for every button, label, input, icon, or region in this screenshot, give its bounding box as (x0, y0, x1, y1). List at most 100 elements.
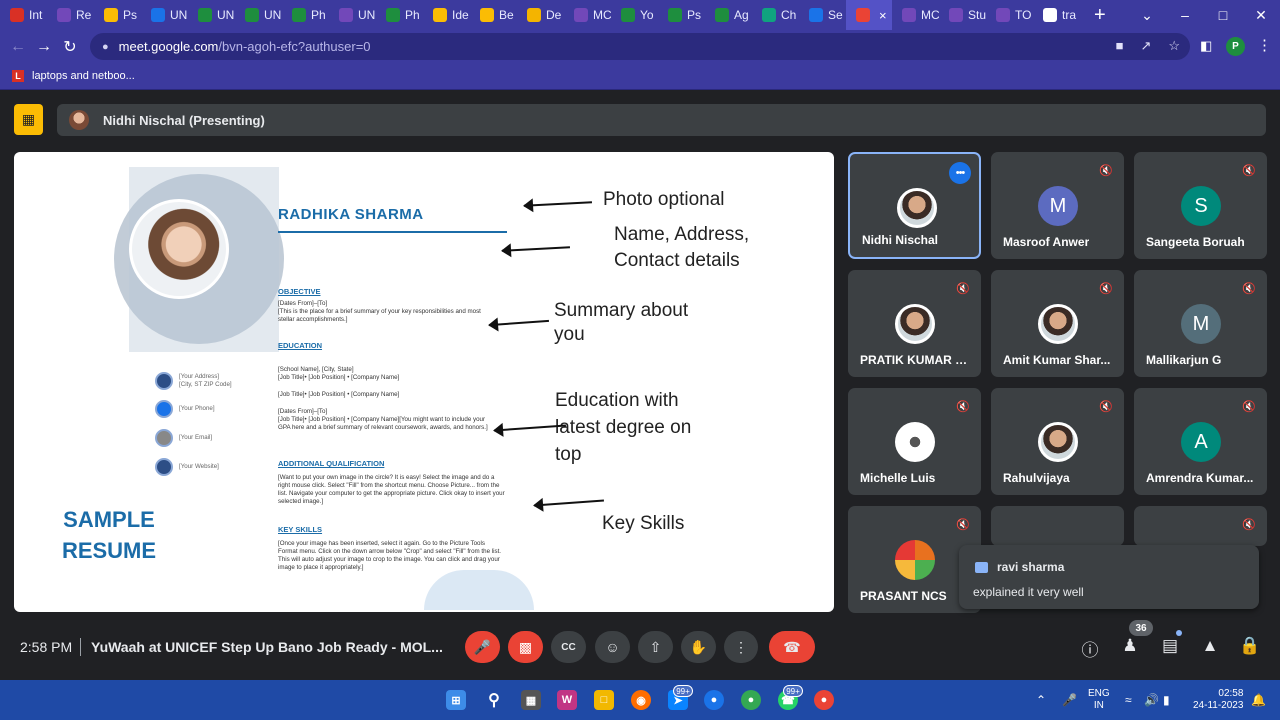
browser-tab[interactable]: tra (1033, 0, 1080, 30)
browser-menu-icon[interactable]: ⋮ (1257, 36, 1272, 54)
reactions-button[interactable]: ☺ (595, 631, 630, 663)
browser-tab[interactable]: De (517, 0, 564, 30)
raise-hand-button[interactable]: ✋ (681, 631, 716, 663)
chrome-profile-icon[interactable]: ● (704, 690, 724, 710)
browser-tab[interactable]: Ide (423, 0, 470, 30)
browser-tab[interactable]: Int (0, 0, 47, 30)
more-options-button[interactable]: ⋮ (724, 631, 758, 663)
search-icon[interactable]: ⚲ (484, 690, 504, 710)
additional-qualification-heading: ADDITIONAL QUALIFICATION (278, 459, 385, 468)
mic-off-icon: 🔇 (1099, 164, 1113, 177)
participant-name: Nidhi Nischal (862, 233, 939, 247)
back-icon[interactable]: ← (5, 38, 31, 56)
lang-code: ENG (1088, 688, 1110, 699)
browser-tab[interactable]: Ps (658, 0, 705, 30)
browser-tab[interactable]: MC (564, 0, 611, 30)
participant-tile[interactable]: Rahulvijaya 🔇 (991, 388, 1124, 495)
participant-tile[interactable]: Amit Kumar Shar... 🔇 (991, 270, 1124, 377)
camera-blocked-icon[interactable]: ■ (1116, 38, 1124, 54)
camera-toggle-button[interactable]: ▩ (508, 631, 543, 663)
site-info-icon[interactable]: ● (102, 41, 109, 53)
system-clock[interactable]: 02:58 24-11-2023 (1193, 688, 1243, 712)
captions-button[interactable]: CC (551, 631, 586, 663)
browser-tab[interactable]: UN (329, 0, 376, 30)
browser-tab[interactable]: Ps (94, 0, 141, 30)
tray-overflow-icon[interactable]: ⌃ (1036, 693, 1046, 707)
wps-icon[interactable]: W (557, 690, 577, 710)
participant-name: PRATIK KUMAR SI... (860, 353, 975, 367)
mic-toggle-button[interactable]: 🎤 (465, 631, 500, 663)
new-tab-icon[interactable]: + (1094, 4, 1106, 27)
bookmark-star-icon[interactable]: ☆ (1168, 38, 1180, 54)
minimize-icon[interactable]: – (1166, 7, 1204, 23)
chrome-alt-icon[interactable]: ● (814, 690, 834, 710)
bookmark-laptops[interactable]: laptops and netboo... (32, 70, 135, 82)
key-skills-heading: KEY SKILLS (278, 525, 323, 534)
meeting-info-icon[interactable]: ⓘ (1079, 636, 1101, 661)
browser-tab[interactable]: Se (799, 0, 846, 30)
participant-tile[interactable]: Nidhi Nischal ••• (848, 152, 981, 259)
wifi-icon[interactable]: ≈ (1125, 693, 1132, 707)
browser-tab[interactable]: Re (47, 0, 94, 30)
participant-tile-partial[interactable]: 🔇 (1134, 506, 1267, 546)
browser-tab[interactable]: Stu (939, 0, 986, 30)
stop-presenting-button[interactable]: ▦ (14, 104, 43, 135)
side-panel-icon[interactable]: ◧ (1200, 38, 1212, 54)
forward-icon[interactable]: → (31, 38, 57, 56)
browser-tab[interactable]: UN (188, 0, 235, 30)
website-icon (155, 458, 173, 476)
drive-icon (433, 8, 447, 22)
address-bar[interactable]: ● meet.google.com /bvn-agoh-efc?authuser… (90, 33, 1190, 60)
share-icon[interactable]: ↗ (1140, 38, 1151, 54)
browser-tab[interactable]: Ph (282, 0, 329, 30)
language-indicator[interactable]: ENG IN (1088, 688, 1110, 712)
windows-start-icon[interactable]: ⊞ (446, 690, 466, 710)
tab-close-icon[interactable]: × (879, 8, 887, 23)
volume-icon[interactable]: 🔊 (1144, 693, 1159, 707)
close-window-icon[interactable]: ✕ (1242, 7, 1280, 24)
profile-avatar[interactable]: P (1226, 37, 1245, 56)
participant-tile[interactable]: PRATIK KUMAR SI... 🔇 (848, 270, 981, 377)
battery-icon[interactable]: ▮ (1163, 693, 1170, 707)
tab-search-icon[interactable]: ⌄ (1128, 7, 1166, 24)
chat-notification[interactable]: ravi sharma explained it very well (959, 545, 1259, 609)
host-controls-icon[interactable]: 🔒 (1239, 636, 1261, 656)
browser-tab[interactable]: Ph (376, 0, 423, 30)
notification-bell-icon[interactable]: 🔔 (1251, 693, 1266, 707)
tab-label: UN (170, 8, 188, 22)
browser-tab[interactable]: UN (141, 0, 188, 30)
participant-tile[interactable]: M Masroof Anwer 🔇 (991, 152, 1124, 259)
tray-mic-icon[interactable]: 🎤 (1062, 693, 1077, 707)
browser-tab[interactable]: Be (470, 0, 517, 30)
browser-tab[interactable]: UN (235, 0, 282, 30)
chat-icon[interactable]: ▤ (1159, 636, 1181, 656)
participant-tile[interactable]: A Amrendra Kumar... 🔇 (1134, 388, 1267, 495)
browser-tab[interactable]: TO (986, 0, 1033, 30)
participant-avatar: M (1038, 186, 1078, 226)
captions-icon: CC (561, 641, 576, 653)
participant-tile[interactable]: S Sangeeta Boruah 🔇 (1134, 152, 1267, 259)
browser-tab[interactable]: Yo (611, 0, 658, 30)
browser-tab[interactable]: × (846, 0, 892, 30)
activities-icon[interactable]: ▲ (1199, 636, 1221, 656)
firefox-icon[interactable]: ◉ (631, 690, 651, 710)
task-view-icon[interactable]: ▦ (521, 690, 541, 710)
participant-tile-partial[interactable] (991, 506, 1124, 546)
objective-text: [Dates From]–[To] [This is the place for… (278, 300, 481, 323)
reload-icon[interactable]: ↻ (57, 37, 83, 57)
file-explorer-icon[interactable]: □ (594, 690, 614, 710)
tile-more-icon[interactable]: ••• (949, 162, 971, 184)
chrome-icon[interactable]: ● (741, 690, 761, 710)
present-button[interactable]: ⇧ (638, 631, 673, 663)
browser-tab[interactable]: Ag (705, 0, 752, 30)
browser-tab[interactable]: Ch (752, 0, 799, 30)
mic-off-icon: 🔇 (956, 282, 970, 295)
participant-tile[interactable]: Michelle Luis 🔇 (848, 388, 981, 495)
browser-tab[interactable]: MC (892, 0, 939, 30)
leave-call-button[interactable]: ☎ (769, 631, 815, 663)
tab-label: UN (217, 8, 235, 22)
participant-avatar: S (1181, 186, 1221, 226)
maximize-icon[interactable]: □ (1204, 7, 1242, 23)
participant-tile[interactable]: M Mallikarjun G 🔇 (1134, 270, 1267, 377)
people-icon[interactable]: ♟ (1119, 636, 1141, 656)
